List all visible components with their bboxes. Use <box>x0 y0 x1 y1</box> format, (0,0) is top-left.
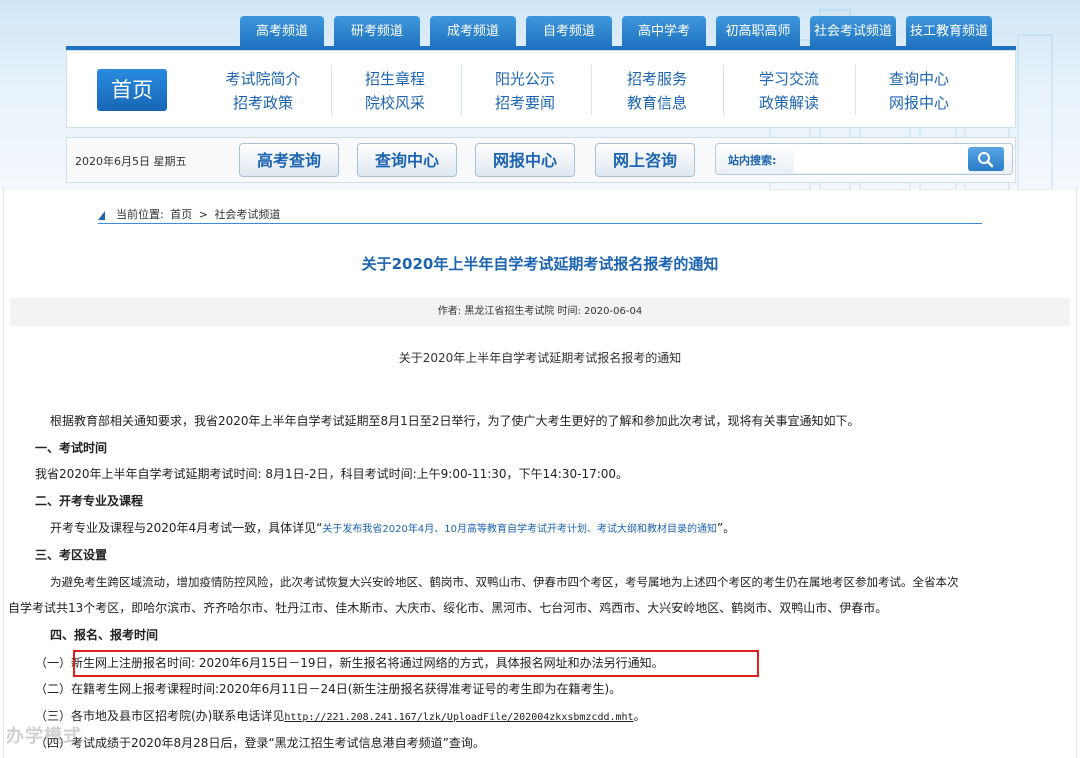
breadcrumb: 当前位置: 首页 > 社会考试频道 <box>98 205 982 224</box>
section-2-title: 二、开考专业及课程 <box>35 494 144 508</box>
nav-link-kaoshiyuan-jianjie[interactable]: 考试院简介 <box>203 67 323 91</box>
current-date: 2020年6月5日 星期五 <box>75 155 187 168</box>
channel-tab-jigong[interactable]: 技工教育频道 <box>906 16 992 48</box>
online-consult-button[interactable]: 网上咨询 <box>595 143 695 177</box>
section-3-body-line-2: 自学考试共13个考区，即哈尔滨市、齐齐哈尔市、牡丹江市、佳木斯市、大庆市、绥化市… <box>8 601 888 615</box>
section-4-item-4: （四）考试成绩于2020年8月28日后，登录“黑龙江招生考试信息港自考频道”查询… <box>35 736 485 750</box>
intro-paragraph: 根据教育部相关通知要求，我省2020年上半年自学考试延期至8月1日至2日举行，为… <box>50 414 860 428</box>
channel-bar: 高考频道 研考频道 成考频道 自考频道 高中学考 初高职高师 社会考试频道 技工… <box>66 16 1016 48</box>
section-4-item-2: （二）在籍考生网上报考课程时间:2020年6月11日－24日(新生注册报名获得准… <box>35 682 622 696</box>
section-2-body-pre: 开考专业及课程与2020年4月考试一致，具体详见“ <box>50 521 323 535</box>
nav-column-1: 考试院简介 招考政策 <box>203 67 323 115</box>
nav-link-zhengce-jiedu[interactable]: 政策解读 <box>729 91 849 115</box>
toolbar: 2020年6月5日 星期五 高考查询 查询中心 网报中心 网上咨询 站内搜索: <box>66 137 1016 183</box>
search-icon <box>978 152 994 168</box>
exam-plan-link[interactable]: 关于发布我省2020年4月、10月高等教育自学考试开考计划、考试大纲和教材目录的… <box>322 524 717 535</box>
channel-tab-chengkao[interactable]: 成考频道 <box>430 16 516 48</box>
section-4-item-3-post: 。 <box>633 709 646 723</box>
query-center-button[interactable]: 查询中心 <box>357 143 457 177</box>
section-4-title: 四、报名、报考时间 <box>50 628 159 642</box>
channel-tab-shehui[interactable]: 社会考试频道 <box>810 16 896 48</box>
breadcrumb-text: 当前位置: 首页 > 社会考试频道 <box>116 206 283 222</box>
section-3-title: 三、考区设置 <box>35 548 108 562</box>
section-4-item-3-pre: （三）各市地及县市区招考院(办)联系电话详见 <box>35 709 285 723</box>
nav-column-2: 招生章程 院校风采 <box>335 67 455 115</box>
nav-divider <box>723 65 724 115</box>
nav-link-zhaokao-fuwu[interactable]: 招考服务 <box>597 67 717 91</box>
breadcrumb-separator: > <box>198 208 208 221</box>
article-subtitle: 关于2020年上半年自学考试延期考试报名报考的通知 <box>398 351 682 365</box>
nav-link-zhaokao-yaowen[interactable]: 招考要闻 <box>465 91 585 115</box>
channel-tab-gaokao[interactable]: 高考频道 <box>240 16 324 48</box>
nav-divider <box>461 65 462 115</box>
home-button[interactable]: 首页 <box>97 69 167 111</box>
nav-link-chaxun-zhongxin[interactable]: 查询中心 <box>859 67 979 91</box>
nav-divider <box>855 65 856 115</box>
nav-column-4: 招考服务 教育信息 <box>597 67 717 115</box>
main-nav: 首页 考试院简介 招考政策 招生章程 院校风采 阳光公示 招考要闻 招考服务 教… <box>66 50 1016 128</box>
contact-phone-link[interactable]: http://221.208.241.167/lzk/UploadFile/20… <box>284 712 633 723</box>
nav-column-5: 学习交流 政策解读 <box>729 67 849 115</box>
nav-link-xuexi-jiaoliu[interactable]: 学习交流 <box>729 67 849 91</box>
section-1-title: 一、考试时间 <box>35 441 108 455</box>
nav-link-wangbao-zhongxin[interactable]: 网报中心 <box>859 91 979 115</box>
site-search: 站内搜索: <box>715 143 1013 175</box>
watermark-logo: 办学模式 <box>6 726 82 747</box>
section-2-body: 开考专业及课程与2020年4月考试一致，具体详见“关于发布我省2020年4月、1… <box>50 520 735 538</box>
section-1-body: 我省2020年上半年自学考试延期考试时间: 8月1日-2日，科目考试时间:上午9… <box>35 467 629 481</box>
article-title: 关于2020年上半年自学考试延期考试报名报考的通知 <box>361 255 719 273</box>
channel-tab-yankao[interactable]: 研考频道 <box>334 16 420 48</box>
breadcrumb-marker-icon <box>98 211 105 220</box>
nav-link-yangguang-gongshi[interactable]: 阳光公示 <box>465 67 585 91</box>
nav-link-yuanxiao-fengcai[interactable]: 院校风采 <box>335 91 455 115</box>
section-4-item-3: （三）各市地及县市区招考院(办)联系电话详见http://221.208.241… <box>35 708 646 726</box>
section-2-body-post: ”。 <box>716 521 736 535</box>
search-button[interactable] <box>968 147 1004 171</box>
nav-link-zhaokao-zhengce[interactable]: 招考政策 <box>203 91 323 115</box>
online-registration-button[interactable]: 网报中心 <box>475 143 575 177</box>
nav-divider <box>331 65 332 115</box>
breadcrumb-home-link[interactable]: 首页 <box>170 208 192 221</box>
nav-column-6: 查询中心 网报中心 <box>859 67 979 115</box>
channel-tab-zikao[interactable]: 自考频道 <box>526 16 612 48</box>
article-meta: 作者: 黑龙江省招生考试院 时间: 2020-06-04 <box>10 298 1070 326</box>
gaokao-query-button[interactable]: 高考查询 <box>239 143 339 177</box>
nav-divider <box>591 65 592 115</box>
search-input[interactable] <box>794 147 968 173</box>
nav-link-zhaosheng-zhangcheng[interactable]: 招生章程 <box>335 67 455 91</box>
nav-column-3: 阳光公示 招考要闻 <box>465 67 585 115</box>
breadcrumb-prefix: 当前位置: <box>116 208 164 221</box>
channel-tab-xuekao[interactable]: 高中学考 <box>622 16 706 48</box>
highlight-annotation-box <box>73 650 759 677</box>
section-3-body-line-1: 为避免考生跨区域流动，增加疫情防控风险，此次考试恢复大兴安岭地区、鹤岗市、双鸭山… <box>50 575 959 589</box>
nav-link-jiaoyu-xinxi[interactable]: 教育信息 <box>597 91 717 115</box>
search-label: 站内搜索: <box>728 154 777 167</box>
breadcrumb-current-link[interactable]: 社会考试频道 <box>214 208 280 221</box>
channel-tab-gaozhi[interactable]: 初高职高师 <box>716 16 800 48</box>
